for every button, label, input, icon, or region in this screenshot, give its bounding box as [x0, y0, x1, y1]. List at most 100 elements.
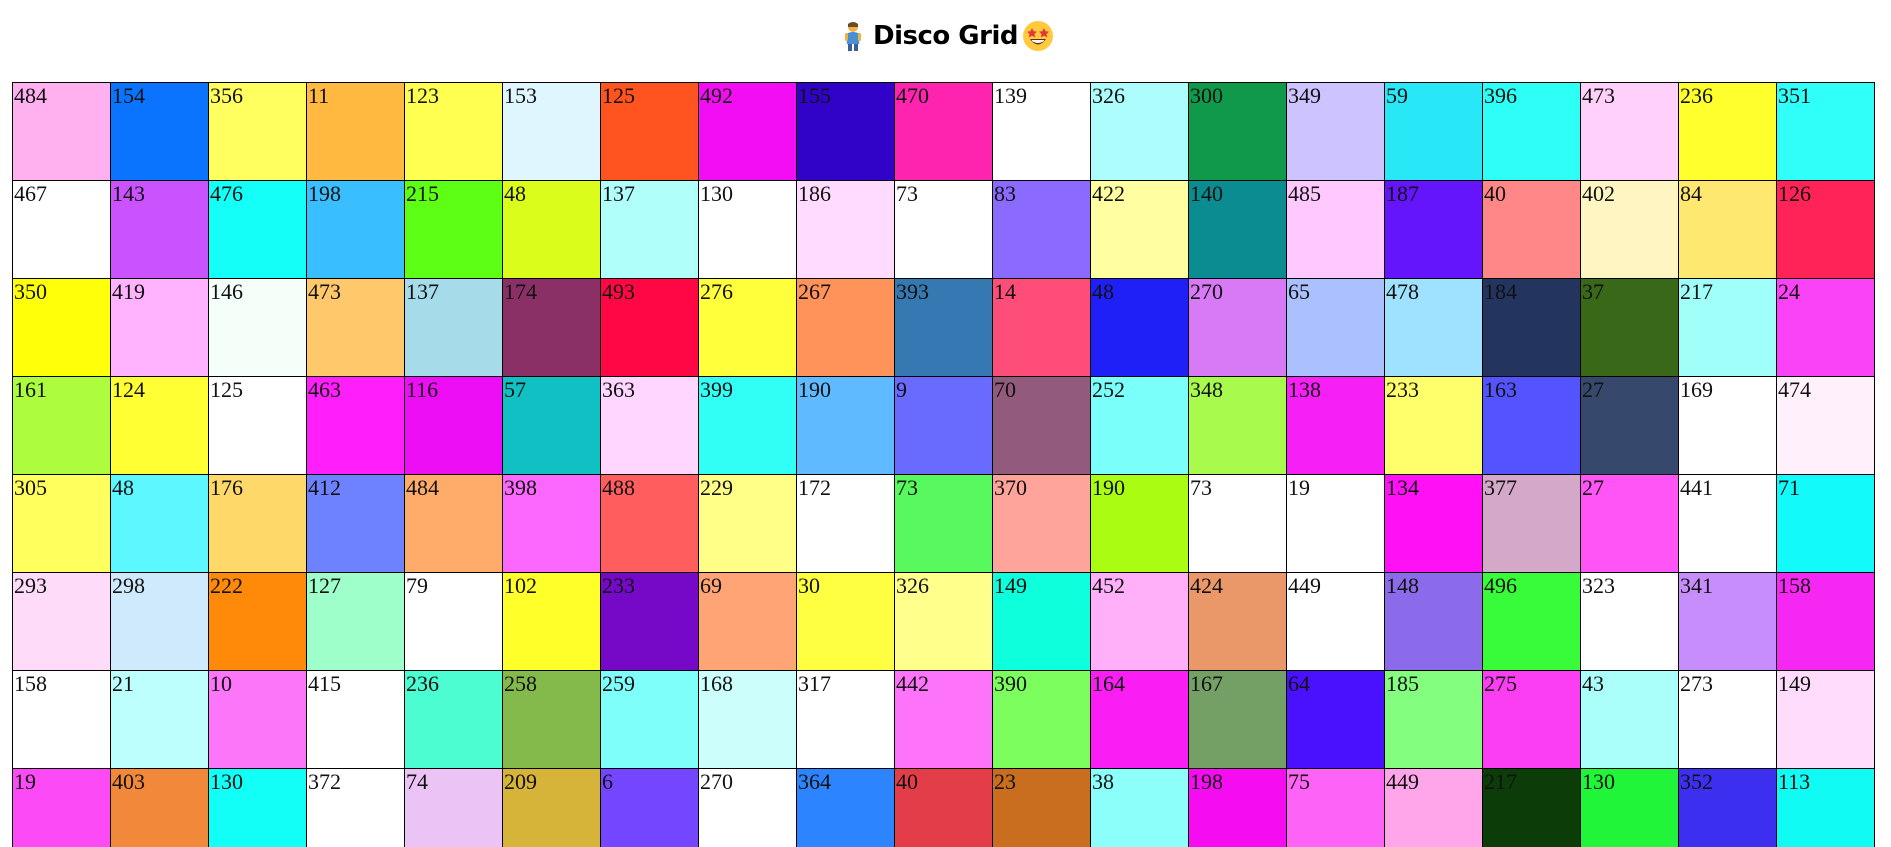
grid-cell[interactable]: 130 [699, 181, 797, 279]
grid-cell[interactable]: 70 [993, 377, 1091, 475]
grid-cell[interactable]: 9 [895, 377, 993, 475]
grid-cell[interactable]: 84 [1679, 181, 1777, 279]
grid-cell[interactable]: 496 [1483, 573, 1581, 671]
grid-cell[interactable]: 370 [993, 475, 1091, 573]
grid-cell[interactable]: 73 [1189, 475, 1287, 573]
grid-cell[interactable]: 393 [895, 279, 993, 377]
grid-cell[interactable]: 198 [307, 181, 405, 279]
grid-cell[interactable]: 113 [1777, 769, 1875, 847]
grid-cell[interactable]: 399 [699, 377, 797, 475]
grid-cell[interactable]: 217 [1483, 769, 1581, 847]
grid-cell[interactable]: 71 [1777, 475, 1875, 573]
grid-cell[interactable]: 137 [601, 181, 699, 279]
grid-cell[interactable]: 48 [1091, 279, 1189, 377]
grid-cell[interactable]: 300 [1189, 83, 1287, 181]
grid-cell[interactable]: 412 [307, 475, 405, 573]
grid-cell[interactable]: 236 [405, 671, 503, 769]
grid-cell[interactable]: 79 [405, 573, 503, 671]
grid-cell[interactable]: 484 [13, 83, 111, 181]
grid-cell[interactable]: 259 [601, 671, 699, 769]
grid-cell[interactable]: 138 [1287, 377, 1385, 475]
grid-cell[interactable]: 198 [1189, 769, 1287, 847]
grid-cell[interactable]: 398 [503, 475, 601, 573]
grid-cell[interactable]: 492 [699, 83, 797, 181]
grid-cell[interactable]: 158 [1777, 573, 1875, 671]
grid-cell[interactable]: 484 [405, 475, 503, 573]
grid-cell[interactable]: 19 [1287, 475, 1385, 573]
grid-cell[interactable]: 275 [1483, 671, 1581, 769]
grid-cell[interactable]: 473 [307, 279, 405, 377]
grid-cell[interactable]: 364 [797, 769, 895, 847]
grid-cell[interactable]: 350 [13, 279, 111, 377]
grid-cell[interactable]: 23 [993, 769, 1091, 847]
grid-cell[interactable]: 83 [993, 181, 1091, 279]
grid-cell[interactable]: 185 [1385, 671, 1483, 769]
grid-cell[interactable]: 363 [601, 377, 699, 475]
grid-cell[interactable]: 349 [1287, 83, 1385, 181]
grid-cell[interactable]: 176 [209, 475, 307, 573]
grid-cell[interactable]: 419 [111, 279, 209, 377]
grid-cell[interactable]: 470 [895, 83, 993, 181]
grid-cell[interactable]: 149 [1777, 671, 1875, 769]
grid-cell[interactable]: 270 [1189, 279, 1287, 377]
grid-cell[interactable]: 478 [1385, 279, 1483, 377]
grid-cell[interactable]: 172 [797, 475, 895, 573]
grid-cell[interactable]: 24 [1777, 279, 1875, 377]
grid-cell[interactable]: 252 [1091, 377, 1189, 475]
grid-cell[interactable]: 273 [1679, 671, 1777, 769]
grid-cell[interactable]: 137 [405, 279, 503, 377]
grid-cell[interactable]: 130 [209, 769, 307, 847]
grid-cell[interactable]: 356 [209, 83, 307, 181]
grid-cell[interactable]: 37 [1581, 279, 1679, 377]
grid-cell[interactable]: 326 [895, 573, 993, 671]
grid-cell[interactable]: 351 [1777, 83, 1875, 181]
grid-cell[interactable]: 40 [1483, 181, 1581, 279]
grid-cell[interactable]: 190 [797, 377, 895, 475]
grid-cell[interactable]: 372 [307, 769, 405, 847]
grid-cell[interactable]: 215 [405, 181, 503, 279]
grid-cell[interactable]: 69 [699, 573, 797, 671]
grid-cell[interactable]: 126 [1777, 181, 1875, 279]
grid-cell[interactable]: 233 [1385, 377, 1483, 475]
grid-cell[interactable]: 476 [209, 181, 307, 279]
grid-cell[interactable]: 27 [1581, 377, 1679, 475]
grid-cell[interactable]: 403 [111, 769, 209, 847]
grid-cell[interactable]: 270 [699, 769, 797, 847]
grid-cell[interactable]: 163 [1483, 377, 1581, 475]
grid-cell[interactable]: 38 [1091, 769, 1189, 847]
grid-cell[interactable]: 467 [13, 181, 111, 279]
grid-cell[interactable]: 474 [1777, 377, 1875, 475]
grid-cell[interactable]: 74 [405, 769, 503, 847]
grid-cell[interactable]: 229 [699, 475, 797, 573]
grid-cell[interactable]: 186 [797, 181, 895, 279]
grid-cell[interactable]: 154 [111, 83, 209, 181]
grid-cell[interactable]: 485 [1287, 181, 1385, 279]
grid-cell[interactable]: 73 [895, 475, 993, 573]
grid-cell[interactable]: 19 [13, 769, 111, 847]
grid-cell[interactable]: 452 [1091, 573, 1189, 671]
grid-cell[interactable]: 167 [1189, 671, 1287, 769]
grid-cell[interactable]: 217 [1679, 279, 1777, 377]
grid-cell[interactable]: 441 [1679, 475, 1777, 573]
grid-cell[interactable]: 298 [111, 573, 209, 671]
grid-cell[interactable]: 10 [209, 671, 307, 769]
grid-cell[interactable]: 305 [13, 475, 111, 573]
grid-cell[interactable]: 236 [1679, 83, 1777, 181]
grid-cell[interactable]: 190 [1091, 475, 1189, 573]
grid-cell[interactable]: 422 [1091, 181, 1189, 279]
grid-cell[interactable]: 161 [13, 377, 111, 475]
grid-cell[interactable]: 146 [209, 279, 307, 377]
grid-cell[interactable]: 158 [13, 671, 111, 769]
grid-cell[interactable]: 233 [601, 573, 699, 671]
grid-cell[interactable]: 130 [1581, 769, 1679, 847]
grid-cell[interactable]: 258 [503, 671, 601, 769]
grid-cell[interactable]: 449 [1287, 573, 1385, 671]
grid-cell[interactable]: 267 [797, 279, 895, 377]
grid-cell[interactable]: 57 [503, 377, 601, 475]
grid-cell[interactable]: 124 [111, 377, 209, 475]
grid-cell[interactable]: 341 [1679, 573, 1777, 671]
grid-cell[interactable]: 222 [209, 573, 307, 671]
grid-cell[interactable]: 48 [111, 475, 209, 573]
grid-cell[interactable]: 493 [601, 279, 699, 377]
grid-cell[interactable]: 402 [1581, 181, 1679, 279]
